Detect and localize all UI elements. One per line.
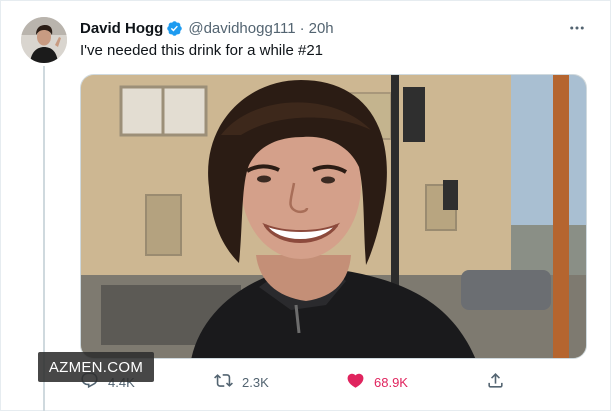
like-count: 68.9K: [374, 374, 408, 390]
share-icon: [486, 371, 514, 393]
more-options-icon[interactable]: [566, 18, 588, 38]
verified-badge-icon: [166, 20, 183, 37]
author-name[interactable]: David Hogg: [80, 20, 163, 37]
retweet-button[interactable]: 2.3K: [214, 370, 269, 394]
retweet-count: 2.3K: [242, 374, 269, 390]
like-button[interactable]: 68.9K: [346, 370, 408, 394]
retweet-icon: [214, 371, 242, 393]
site-watermark: AZMEN.COM: [38, 352, 154, 382]
tweet-photo[interactable]: [80, 74, 587, 359]
avatar[interactable]: [21, 17, 67, 63]
tweet-header: David Hogg @davidhogg111 · 20h: [80, 17, 334, 39]
share-button[interactable]: [486, 370, 514, 394]
separator-dot: ·: [299, 19, 305, 37]
tweet-text: I've needed this drink for a while #21: [80, 42, 324, 59]
timestamp[interactable]: 20h: [309, 20, 334, 37]
heart-icon: [346, 371, 374, 393]
author-handle[interactable]: @davidhogg111: [188, 20, 295, 37]
